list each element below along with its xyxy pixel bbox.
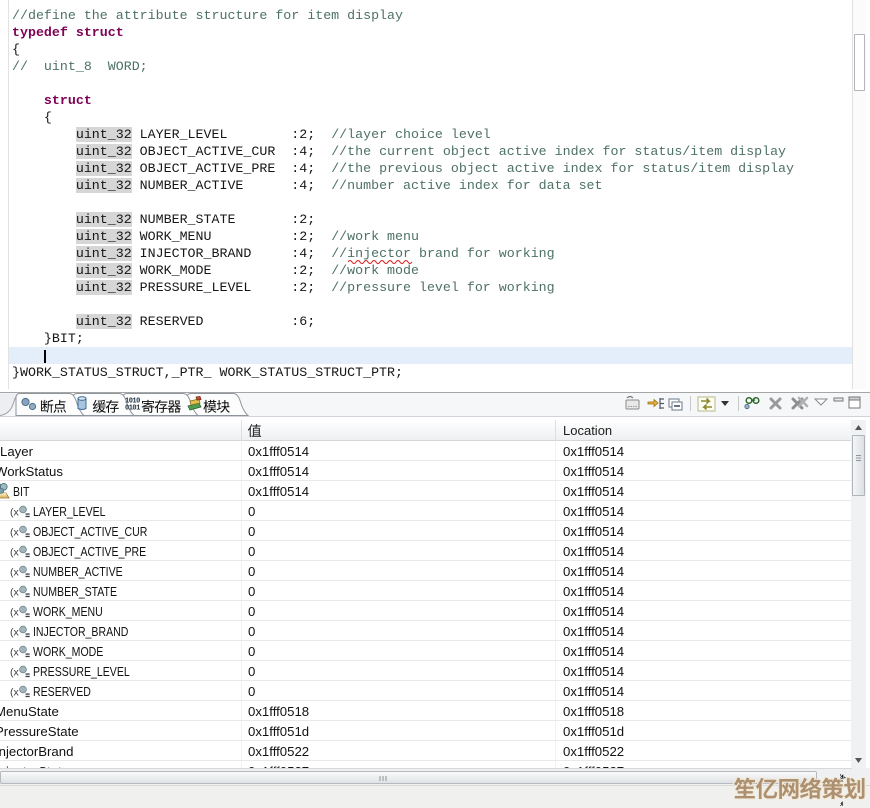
- svg-text:(x: (x: [10, 647, 19, 659]
- svg-text:(x: (x: [10, 547, 19, 559]
- svg-text:(x: (x: [10, 507, 19, 519]
- svg-text:(x: (x: [10, 687, 19, 699]
- svg-text:0101: 0101: [125, 405, 140, 413]
- svg-text:(x: (x: [10, 667, 19, 679]
- svg-text:(x: (x: [10, 587, 19, 599]
- svg-text:(x: (x: [10, 567, 19, 579]
- svg-text:(x: (x: [10, 527, 19, 539]
- svg-text:(x: (x: [10, 627, 19, 639]
- svg-text:(x: (x: [10, 607, 19, 619]
